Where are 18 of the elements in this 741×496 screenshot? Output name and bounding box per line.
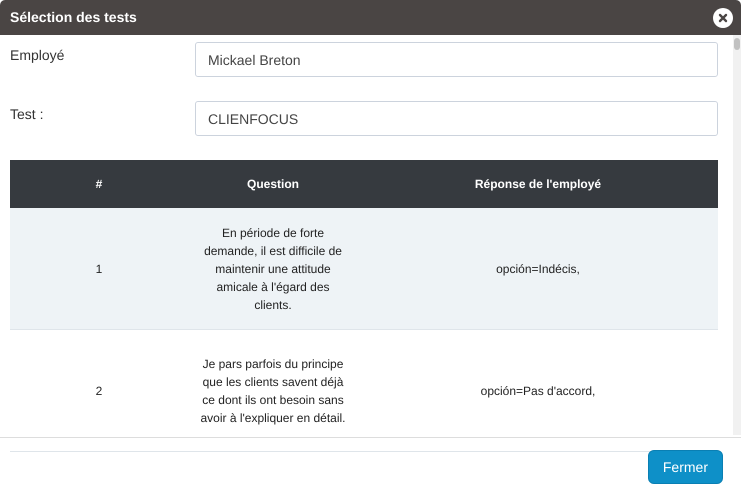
column-header: #	[96, 176, 102, 193]
text-field[interactable]: CLIENFOCUS	[195, 101, 718, 136]
table-cell-text: opción=Indécis,	[496, 260, 580, 278]
close-icon	[718, 12, 728, 22]
table-cell-text: 1	[96, 260, 102, 278]
close-button[interactable]	[713, 8, 733, 28]
table-cell-text: Je pars parfois du principe que les clients savent déjà ce dont ils ont besoin sans avoir à l'expliquer en détail.	[199, 356, 347, 426]
close-dialog-button[interactable]: Fermer	[648, 450, 723, 484]
window-title: Sélection des tests	[10, 8, 137, 27]
field-label: Test :	[10, 105, 44, 124]
column-header: Question	[246, 176, 299, 193]
scrollbar[interactable]	[733, 35, 741, 435]
text-field[interactable]: Mickael Breton	[195, 42, 718, 77]
column-header: Réponse de l'employé	[474, 176, 602, 193]
field-label: Employé	[10, 46, 66, 65]
table-cell-text: En période de forte demande, il est difficile de maintenir une attitude amicale à l'égard des clients.	[203, 224, 343, 314]
table-cell-text: 2	[96, 382, 102, 400]
table-cell-text: opción=Pas d'accord,	[480, 382, 596, 400]
